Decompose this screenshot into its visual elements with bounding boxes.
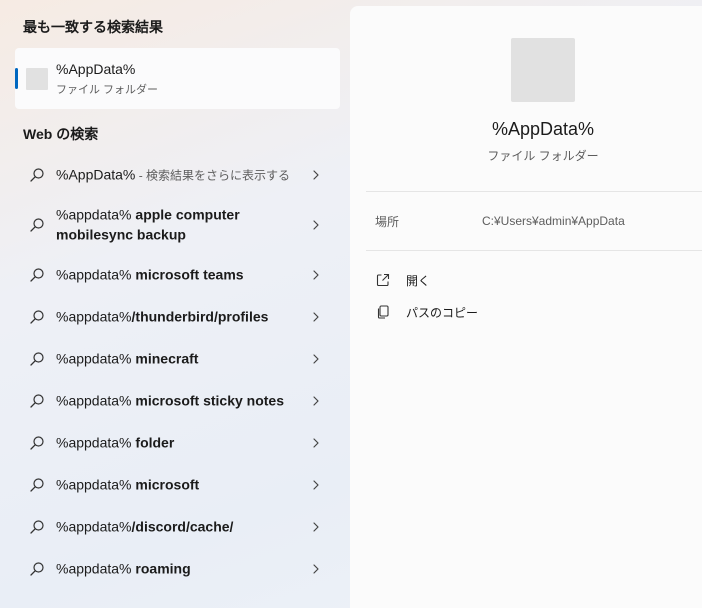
query-text: %appdata% xyxy=(56,206,136,223)
best-match-type: ファイル フォルダー xyxy=(56,84,159,96)
suggestion-text: /thunderbird/profiles xyxy=(131,308,269,325)
web-search-text: %appdata% minecraft xyxy=(56,349,296,370)
web-search-text: %appdata% microsoft xyxy=(56,475,296,496)
best-match-result[interactable]: %AppData% ファイル フォルダー xyxy=(15,48,340,109)
search-icon xyxy=(30,268,44,282)
best-match-name: %AppData% xyxy=(56,61,136,77)
query-text: %appdata% xyxy=(56,308,132,325)
chevron-right-icon[interactable] xyxy=(310,437,322,449)
chevron-right-icon[interactable] xyxy=(310,219,322,231)
web-search-text: %appdata%/discord/cache/ xyxy=(56,517,296,538)
search-icon xyxy=(30,310,44,324)
query-text: %appdata% xyxy=(56,560,136,577)
web-search-text: %appdata% roaming xyxy=(56,559,296,580)
location-value: C:¥Users¥admin¥AppData xyxy=(482,214,625,228)
query-text: %appdata% xyxy=(56,476,136,493)
preview-title: %AppData% xyxy=(491,119,595,139)
web-search-text: %appdata% microsoft sticky notes xyxy=(56,391,296,412)
suggestion-text: microsoft xyxy=(135,476,200,493)
copy-path-action[interactable]: パスのコピー xyxy=(375,301,575,323)
location-label: 場所 xyxy=(375,215,400,229)
query-text: %appdata% xyxy=(56,518,132,535)
divider xyxy=(366,191,702,192)
chevron-right-icon[interactable] xyxy=(310,563,322,575)
divider xyxy=(366,250,702,251)
search-icon xyxy=(30,168,44,182)
web-search-item[interactable]: %appdata% microsoft xyxy=(15,464,340,506)
suggestion-text: microsoft sticky notes xyxy=(135,392,285,409)
web-search-item[interactable]: %appdata% folder xyxy=(15,422,340,464)
web-search-text: %appdata% folder xyxy=(56,433,296,454)
copy-path-label: パスのコピー xyxy=(406,306,479,320)
web-search-item[interactable]: %appdata% roaming xyxy=(15,548,340,590)
preview-type: ファイル フォルダー xyxy=(487,149,599,163)
chevron-right-icon[interactable] xyxy=(310,395,322,407)
suggestion-text: roaming xyxy=(135,560,191,577)
search-icon xyxy=(30,520,44,534)
web-search-item[interactable]: %appdata%/thunderbird/profiles xyxy=(15,296,340,338)
search-icon xyxy=(30,352,44,366)
suggestion-text: /discord/cache/ xyxy=(131,518,234,535)
preview-pane: %AppData% ファイル フォルダー 場所 C:¥Users¥admin¥A… xyxy=(350,6,702,608)
web-search-item[interactable]: %appdata% microsoft sticky notes xyxy=(15,380,340,422)
chevron-right-icon[interactable] xyxy=(310,479,322,491)
open-action[interactable]: 開く xyxy=(375,269,575,291)
selection-indicator xyxy=(15,68,18,89)
chevron-right-icon[interactable] xyxy=(310,169,322,181)
copy-icon xyxy=(377,305,389,319)
web-search-text: %AppData% - 検索結果をさらに表示する xyxy=(56,165,296,186)
search-icon xyxy=(30,562,44,576)
chevron-right-icon[interactable] xyxy=(310,521,322,533)
web-search-text: %appdata% apple computer mobilesync back… xyxy=(56,205,296,246)
suggestion-text: folder xyxy=(135,434,175,451)
web-search-heading: Web の検索 xyxy=(23,126,99,142)
web-search-list: %AppData% - 検索結果をさらに表示する %appdata% apple … xyxy=(15,154,340,590)
open-label: 開く xyxy=(406,274,431,288)
web-search-item[interactable]: %appdata% minecraft xyxy=(15,338,340,380)
search-icon xyxy=(30,218,44,232)
chevron-right-icon[interactable] xyxy=(310,269,322,281)
query-text: %appdata% xyxy=(56,266,136,283)
search-results-pane: 最も一致する検索結果 %AppData% ファイル フォルダー Web の検索 … xyxy=(0,0,350,608)
folder-preview-icon xyxy=(511,38,575,102)
web-search-item[interactable]: %AppData% - 検索結果をさらに表示する xyxy=(15,154,340,196)
open-external-icon xyxy=(376,273,390,287)
web-search-item[interactable]: %appdata%/discord/cache/ xyxy=(15,506,340,548)
query-text: %appdata% xyxy=(56,434,136,451)
search-icon xyxy=(30,394,44,408)
folder-icon xyxy=(26,68,48,90)
web-search-item[interactable]: %appdata% microsoft teams xyxy=(15,254,340,296)
suggestion-text: minecraft xyxy=(135,350,199,367)
query-text: %appdata% xyxy=(56,350,136,367)
query-text: %appdata% xyxy=(56,392,136,409)
search-icon xyxy=(30,436,44,450)
web-search-text: %appdata% microsoft teams xyxy=(56,265,296,286)
web-search-item[interactable]: %appdata% apple computer mobilesync back… xyxy=(15,196,340,254)
chevron-right-icon[interactable] xyxy=(310,311,322,323)
search-icon xyxy=(30,478,44,492)
suggestion-text: microsoft teams xyxy=(135,266,244,283)
query-text: %AppData% xyxy=(56,166,136,183)
chevron-right-icon[interactable] xyxy=(310,353,322,365)
hint-text: - 検索結果をさらに表示する xyxy=(135,168,291,183)
web-search-text: %appdata%/thunderbird/profiles xyxy=(56,307,296,328)
best-match-heading: 最も一致する検索結果 xyxy=(23,19,163,35)
